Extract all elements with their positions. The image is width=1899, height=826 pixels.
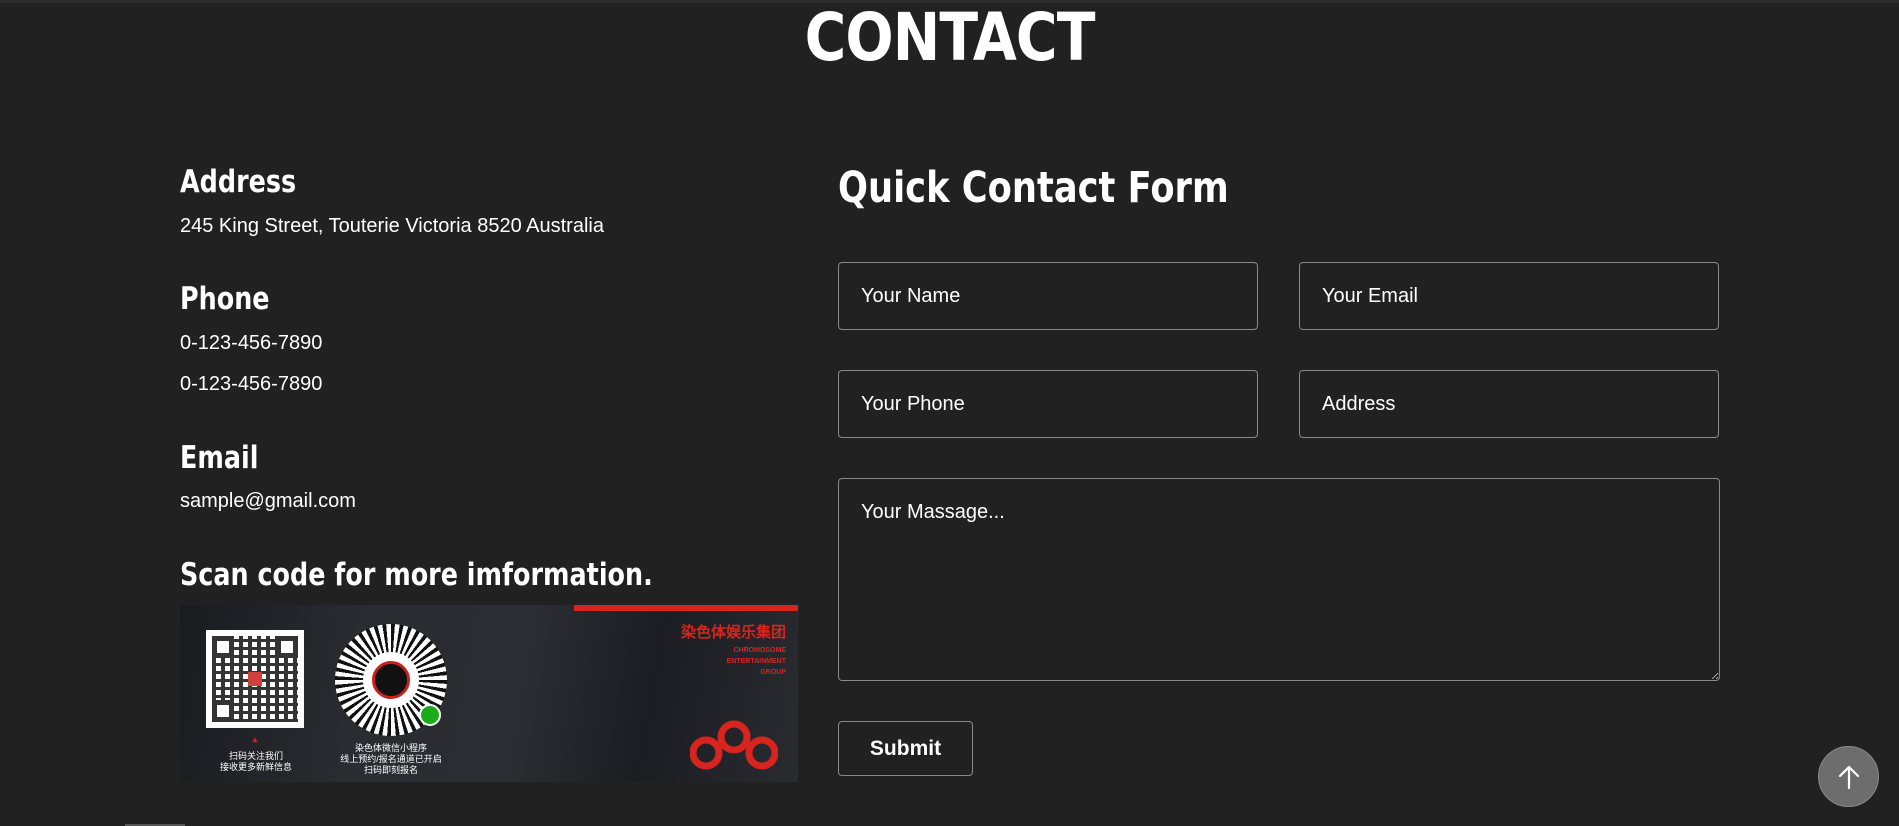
address-input[interactable] (1299, 370, 1719, 438)
qr-code-banner: ▲ 扫码关注我们 接收更多新鲜信息 染色体微信小程序 线上预约/报名通道已开启 … (180, 605, 798, 782)
wechat-qr-code (206, 630, 304, 728)
email-text: sample@gmail.com (180, 490, 356, 512)
form-title: Quick Contact Form (838, 163, 1229, 213)
brand-name-cn: 染色体娱乐集团 (680, 624, 786, 641)
submit-button[interactable]: Submit (838, 721, 973, 776)
qr2-caption: 染色体微信小程序 线上预约/报名通道已开启 扫码即刻报名 (340, 743, 442, 775)
phone-number-1: 0-123-456-7890 (180, 332, 323, 354)
brand-logo-icon (372, 661, 410, 699)
phone-number-2: 0-123-456-7890 (180, 373, 323, 395)
qr1-caption: 扫码关注我们 接收更多新鲜信息 (219, 751, 292, 772)
scan-heading: Scan code for more imformation. (180, 557, 653, 593)
phone-input[interactable] (838, 370, 1258, 438)
mini-program-code (335, 624, 447, 736)
page-title: CONTACT (804, 0, 1096, 76)
caret-icon: ▲ (251, 735, 259, 744)
name-input[interactable] (838, 262, 1258, 330)
brand-name-en: CHROMOSOME ENTERTAINMENT GROUP (726, 647, 786, 676)
wechat-icon (419, 704, 441, 726)
address-text: 245 King Street, Touterie Victoria 8520 … (180, 215, 604, 237)
chromosome-logo-icon (690, 720, 778, 770)
email-heading: Email (180, 440, 259, 476)
back-to-top-button[interactable] (1818, 746, 1879, 807)
phone-heading: Phone (180, 281, 270, 317)
banner-red-bar (574, 605, 798, 611)
arrow-up-icon (1838, 765, 1859, 789)
email-input[interactable] (1299, 262, 1719, 330)
message-textarea[interactable] (838, 478, 1720, 681)
address-heading: Address (180, 164, 297, 200)
